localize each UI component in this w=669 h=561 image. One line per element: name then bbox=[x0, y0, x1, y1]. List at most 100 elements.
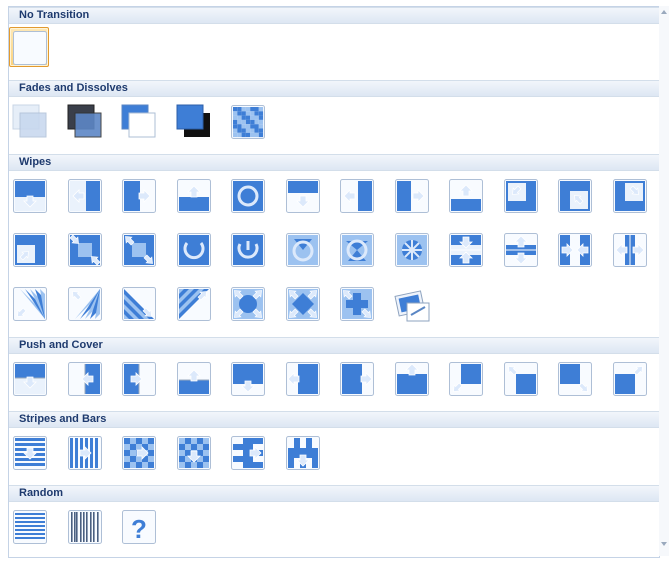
dissolve-icon bbox=[231, 105, 265, 139]
transition-blinds-horizontal[interactable] bbox=[9, 432, 49, 472]
blinds-vertical-icon bbox=[68, 436, 102, 470]
transition-cover-right[interactable] bbox=[336, 358, 376, 398]
transition-box-out[interactable] bbox=[118, 229, 158, 269]
diamond-icon bbox=[286, 287, 320, 321]
wheel-8-spokes-icon bbox=[395, 233, 429, 267]
section-header-push-cover: Push and Cover bbox=[9, 337, 659, 354]
random-bars-vertical-icon bbox=[68, 510, 102, 544]
transition-checkerboard-across[interactable] bbox=[118, 432, 158, 472]
transition-uncover-down[interactable] bbox=[282, 175, 322, 215]
wheel-3-spokes-icon bbox=[286, 233, 320, 267]
transition-uncover-left[interactable] bbox=[336, 175, 376, 215]
transition-random-bars-horizontal[interactable] bbox=[9, 506, 49, 546]
fade-black-icon bbox=[67, 104, 102, 138]
transition-strips-left-down[interactable] bbox=[9, 283, 49, 323]
transition-diamond[interactable] bbox=[282, 283, 322, 323]
transition-uncover-right-down[interactable] bbox=[609, 175, 649, 215]
transition-blinds-vertical[interactable] bbox=[64, 432, 104, 472]
push-right-icon bbox=[122, 362, 156, 396]
circle-icon bbox=[231, 287, 265, 321]
wheel-1-spoke-icon bbox=[177, 233, 211, 267]
transition-cut-black[interactable] bbox=[173, 101, 213, 141]
split-h-in-icon bbox=[449, 233, 483, 267]
transition-dissolve[interactable] bbox=[227, 101, 267, 141]
transition-cover-up[interactable] bbox=[391, 358, 431, 398]
transition-uncover-left-down[interactable] bbox=[500, 175, 540, 215]
transition-wipe-up[interactable] bbox=[173, 175, 213, 215]
transition-fade-smoothly[interactable] bbox=[9, 101, 49, 141]
transition-split-v-out[interactable] bbox=[609, 229, 649, 269]
transition-strips-right-up[interactable] bbox=[173, 283, 213, 323]
transition-push-left[interactable] bbox=[64, 358, 104, 398]
transition-checkerboard-down[interactable] bbox=[173, 432, 213, 472]
transition-push-down[interactable] bbox=[9, 358, 49, 398]
transition-push-up[interactable] bbox=[173, 358, 213, 398]
transition-wheel-1-spoke[interactable] bbox=[173, 229, 213, 269]
transition-random-transition[interactable]: ? bbox=[118, 506, 158, 546]
uncover-up-icon bbox=[449, 179, 483, 213]
transition-random-bars-vertical[interactable] bbox=[64, 506, 104, 546]
random-transition-icon: ? bbox=[122, 510, 156, 544]
wheel-2-spokes-icon bbox=[231, 233, 265, 267]
transition-wipe-left[interactable] bbox=[64, 175, 104, 215]
transition-plus[interactable] bbox=[336, 283, 376, 323]
cover-up-icon bbox=[395, 362, 429, 396]
blinds-horizontal-icon bbox=[13, 436, 47, 470]
transition-wheel-4-spokes[interactable] bbox=[336, 229, 376, 269]
transition-fade-black[interactable] bbox=[64, 101, 104, 141]
transition-box-in[interactable] bbox=[64, 229, 104, 269]
transition-cover-left-up[interactable] bbox=[500, 358, 540, 398]
wipe-down-icon bbox=[13, 179, 47, 213]
transition-cover-right-down[interactable] bbox=[554, 358, 594, 398]
transition-wheel-8-spokes[interactable] bbox=[391, 229, 431, 269]
strips-left-down-icon bbox=[13, 287, 47, 321]
section-header-wipes: Wipes bbox=[9, 154, 659, 171]
transition-cover-right-up[interactable] bbox=[609, 358, 649, 398]
cut-black-icon bbox=[176, 104, 210, 137]
transition-wheel-2-spokes[interactable] bbox=[227, 229, 267, 269]
transition-strips-left-up[interactable] bbox=[64, 283, 104, 323]
transition-wheel-clockwise[interactable] bbox=[227, 175, 267, 215]
transition-none[interactable] bbox=[9, 27, 49, 67]
transition-uncover-right-up[interactable] bbox=[9, 229, 49, 269]
cover-right-up-icon bbox=[613, 362, 647, 396]
transition-strips-right-down[interactable] bbox=[118, 283, 158, 323]
transition-push-right[interactable] bbox=[118, 358, 158, 398]
none-icon bbox=[13, 31, 47, 65]
cover-left-icon bbox=[286, 362, 320, 396]
transition-comb-horizontal[interactable] bbox=[227, 432, 267, 472]
scroll-up-arrow-icon[interactable] bbox=[660, 8, 668, 16]
transition-cover-left[interactable] bbox=[282, 358, 322, 398]
transition-circle[interactable] bbox=[227, 283, 267, 323]
box-out-icon bbox=[122, 233, 156, 267]
svg-text:?: ? bbox=[131, 514, 147, 544]
transition-cover-down[interactable] bbox=[227, 358, 267, 398]
transition-cover-left-down[interactable] bbox=[445, 358, 485, 398]
transition-uncover-up[interactable] bbox=[445, 175, 485, 215]
transition-split-h-in[interactable] bbox=[445, 229, 485, 269]
comb-horizontal-icon bbox=[231, 436, 265, 470]
comb-vertical-icon bbox=[286, 436, 320, 470]
vertical-scrollbar[interactable] bbox=[659, 6, 669, 556]
uncover-down-icon bbox=[286, 179, 320, 213]
scroll-down-arrow-icon[interactable] bbox=[660, 540, 668, 548]
transition-wipe-down[interactable] bbox=[9, 175, 49, 215]
section-header-random: Random bbox=[9, 485, 659, 502]
cut-icon bbox=[121, 104, 156, 138]
split-h-out-icon bbox=[504, 233, 538, 267]
transition-uncover-left-up[interactable] bbox=[554, 175, 594, 215]
transition-comb-vertical[interactable] bbox=[282, 432, 322, 472]
push-left-icon bbox=[68, 362, 102, 396]
transition-split-v-in[interactable] bbox=[554, 229, 594, 269]
transition-wipe-right[interactable] bbox=[118, 175, 158, 215]
transition-cut[interactable] bbox=[118, 101, 158, 141]
push-down-icon bbox=[13, 362, 47, 396]
wipe-up-icon bbox=[177, 179, 211, 213]
transition-uncover-right[interactable] bbox=[391, 175, 431, 215]
transition-wheel-3-spokes[interactable] bbox=[282, 229, 322, 269]
wipe-right-icon bbox=[122, 179, 156, 213]
transition-newsflash[interactable] bbox=[391, 283, 431, 323]
uncover-left-up-icon bbox=[558, 179, 592, 213]
cover-down-icon bbox=[231, 362, 265, 396]
transition-split-h-out[interactable] bbox=[500, 229, 540, 269]
